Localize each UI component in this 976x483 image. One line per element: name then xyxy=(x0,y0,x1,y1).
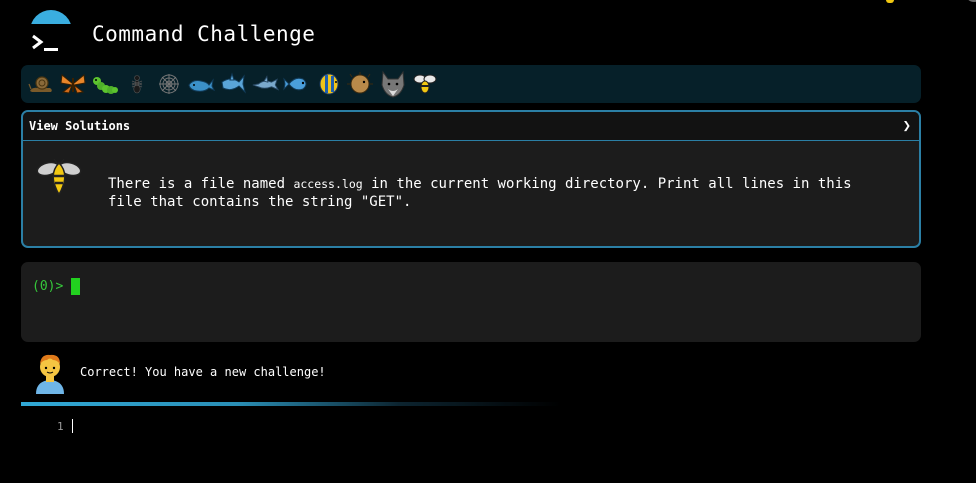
view-solutions-toggle[interactable]: View Solutions ❯ xyxy=(23,112,919,141)
blowfish-icon[interactable] xyxy=(347,70,375,98)
bee-icon[interactable] xyxy=(411,70,439,98)
app-title: Command Challenge xyxy=(92,22,316,46)
code-editor[interactable]: 1 xyxy=(21,410,921,470)
ant-icon[interactable] xyxy=(123,70,151,98)
progress-bar xyxy=(21,402,561,406)
caterpillar-icon[interactable] xyxy=(91,70,119,98)
wolf-icon[interactable] xyxy=(379,70,407,98)
challenge-text-before: There is a file named xyxy=(108,176,294,192)
terminal-cursor xyxy=(71,278,80,295)
command-challenge-page: Command Challenge View Solutions ❯ There… xyxy=(0,0,976,483)
bee-avatar-icon xyxy=(35,158,83,199)
chevron-right-icon: ❯ xyxy=(902,118,911,134)
partial-yellow-icon[interactable] xyxy=(886,0,894,3)
partial-avatar-icon[interactable] xyxy=(966,0,976,2)
butterfly-icon[interactable] xyxy=(59,70,87,98)
person-icon xyxy=(33,352,67,398)
challenge-filename: access.log xyxy=(293,177,363,191)
progress-bar-fill xyxy=(21,402,561,406)
spider-web-icon[interactable] xyxy=(155,70,183,98)
terminal[interactable]: (0)> xyxy=(21,262,921,342)
shark-icon[interactable] xyxy=(219,70,247,98)
fish-icon[interactable] xyxy=(283,70,311,98)
snail-icon[interactable] xyxy=(27,70,55,98)
feedback-message: Correct! You have a new challenge! xyxy=(80,365,326,379)
logo[interactable] xyxy=(26,8,78,60)
view-solutions-label: View Solutions xyxy=(29,119,131,133)
line-number: 1 xyxy=(57,420,64,433)
terminal-prompt-icon xyxy=(28,24,74,60)
tropical-fish-icon[interactable] xyxy=(315,70,343,98)
terminal-prompt: (0)> xyxy=(32,279,64,294)
challenge-description: There is a file named access.log in the … xyxy=(108,175,888,211)
challenge-panel: View Solutions ❯ There is a file named a… xyxy=(21,110,921,248)
challenge-body: There is a file named access.log in the … xyxy=(23,141,919,246)
whale-icon[interactable] xyxy=(187,70,215,98)
critter-bar xyxy=(21,65,921,103)
editor-caret xyxy=(72,419,73,433)
dolphin-icon[interactable] xyxy=(251,70,279,98)
feedback-area: Correct! You have a new challenge! xyxy=(21,348,561,406)
